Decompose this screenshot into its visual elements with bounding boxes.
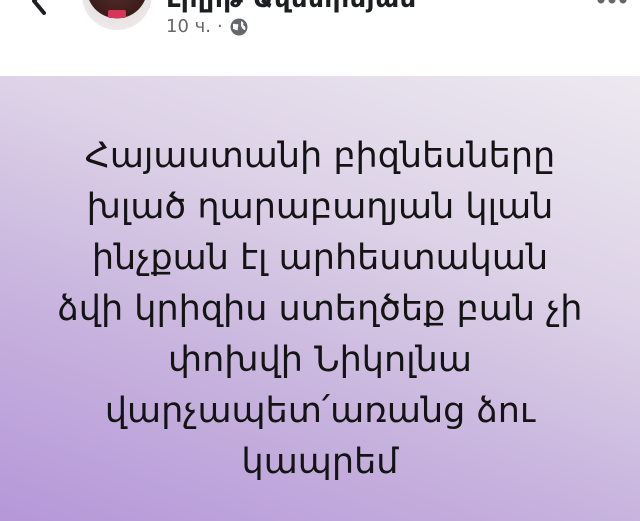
avatar-badge (108, 10, 126, 18)
more-options-button[interactable] (594, 0, 630, 10)
post-text: Հայաստանի բիզնեսները խլած ղարաբաղյան կլա… (57, 136, 583, 482)
globe-icon[interactable] (229, 17, 249, 37)
more-dots-icon (597, 0, 627, 4)
avatar[interactable] (82, 0, 152, 30)
post-header: Լիլիթ Ավետիսյան 10 ч. · (0, 0, 640, 76)
post-background-card: Հայաստանի բիզնեսները խլած ղարաբաղյան կլա… (0, 76, 640, 521)
post-timestamp[interactable]: 10 ч. (166, 16, 211, 37)
back-button[interactable] (22, 0, 56, 18)
facebook-post-screen: Լիլիթ Ավետիսյան 10 ч. · Հ (0, 0, 640, 521)
chevron-left-icon (29, 0, 49, 16)
author-name[interactable]: Լիլիթ Ավետիսյան (166, 0, 417, 14)
meta-separator: · (216, 16, 223, 37)
post-meta: 10 ч. · (166, 16, 249, 37)
